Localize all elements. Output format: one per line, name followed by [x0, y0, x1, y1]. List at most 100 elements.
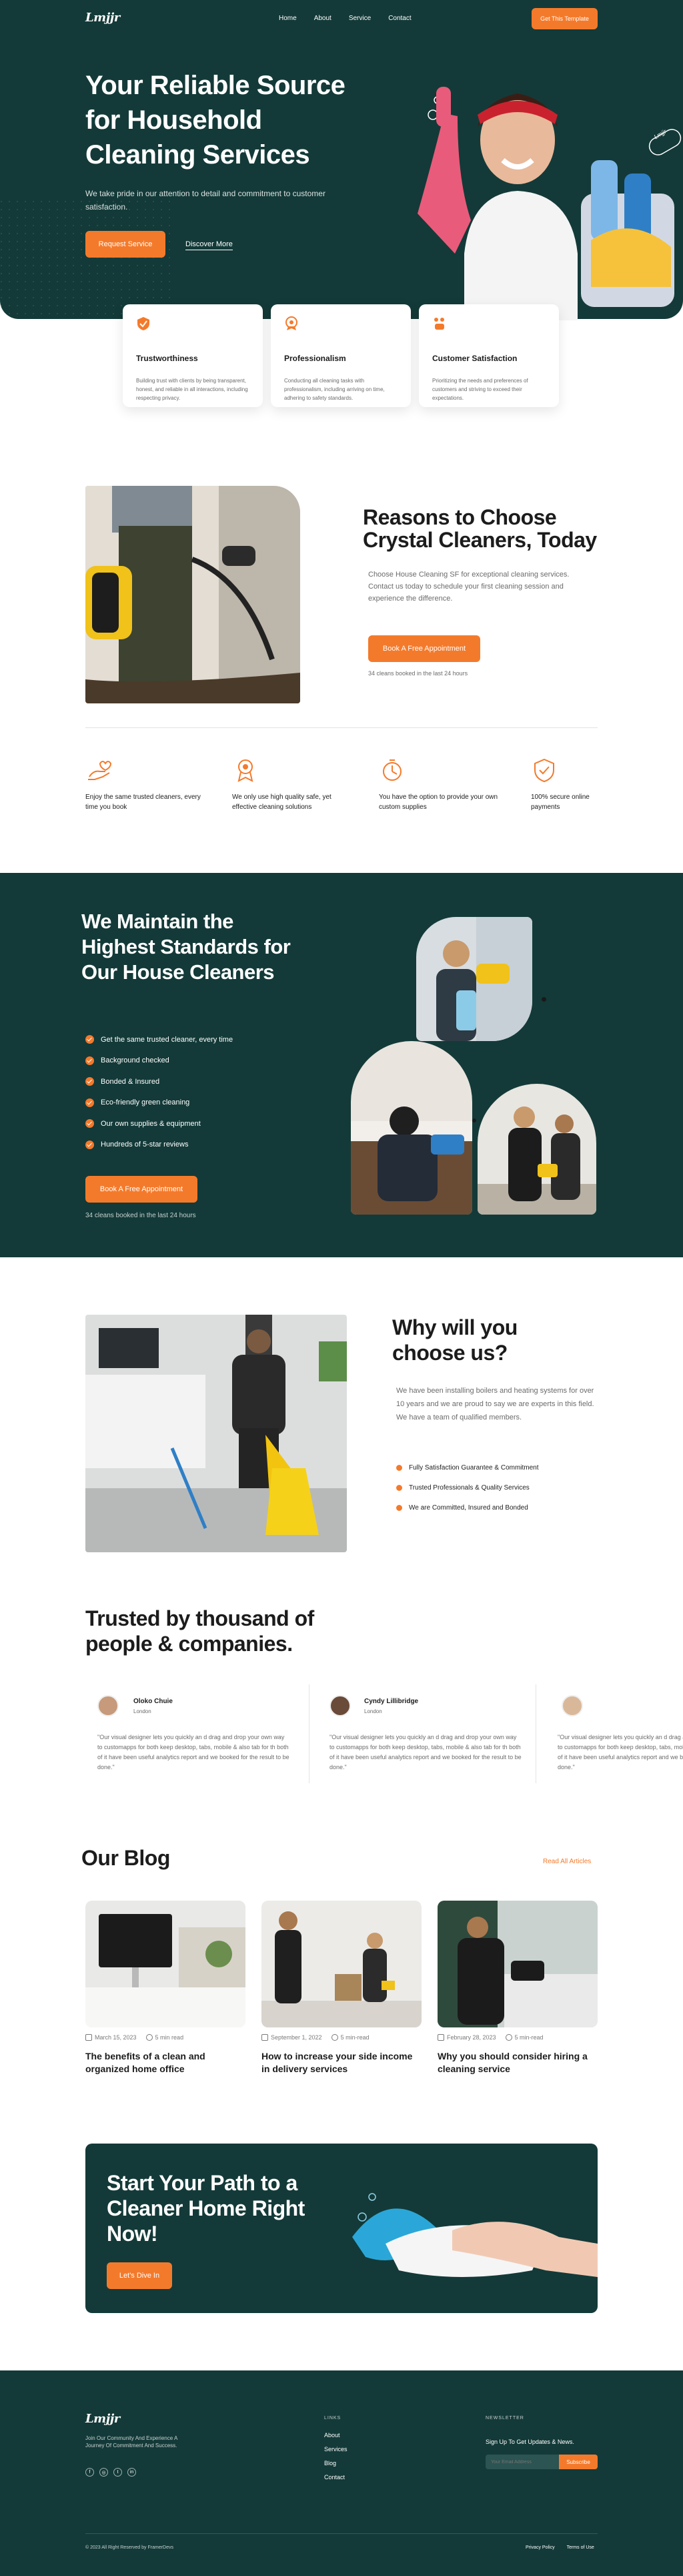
- request-service-button[interactable]: Request Service: [85, 231, 165, 258]
- read-all-link[interactable]: Read All Articles: [543, 1858, 591, 1865]
- book-appointment-button[interactable]: Book A Free Appointment: [368, 635, 480, 662]
- nav-home[interactable]: Home: [279, 15, 297, 22]
- blog-card[interactable]: September 1, 2022 5 min-read How to incr…: [261, 1901, 422, 2075]
- check-icon: [85, 1098, 94, 1107]
- bullet-icon: [396, 1464, 402, 1471]
- footer-link-blog[interactable]: Blog: [324, 2460, 348, 2467]
- why-text: We have been installing boilers and heat…: [396, 1387, 594, 1421]
- testimonials-title: Trusted by thousand of people & companie…: [85, 1606, 314, 1656]
- testimonial-card: Cyndy Lillibridge London "Our visual des…: [317, 1684, 536, 1783]
- feature-text: Conducting all cleaning tasks with profe…: [284, 378, 385, 401]
- footer-link-about[interactable]: About: [324, 2432, 348, 2439]
- why-item-label: Fully Satisfaction Guarantee & Commitmen…: [409, 1464, 539, 1472]
- booking-note: 34 cleans booked in the last 24 hours: [368, 670, 468, 677]
- check-icon: [85, 1119, 94, 1129]
- reason-text: We only use high quality safe, yet effec…: [232, 793, 331, 811]
- copyright: © 2023 All Right Reserved by FramerDevs: [85, 2545, 173, 2550]
- standards-item-label: Our own supplies & equipment: [101, 1119, 201, 1128]
- calendar-icon: [85, 2034, 92, 2041]
- footer-link-services[interactable]: Services: [324, 2446, 348, 2453]
- standards-item-label: Eco-friendly green cleaning: [101, 1098, 190, 1107]
- newsletter-heading: NEWSLETTER: [486, 2416, 524, 2421]
- cleaning-cloth-illustration: [352, 2193, 598, 2277]
- post-read-time: 5 min read: [155, 2034, 184, 2041]
- reason-item: You have the option to provide your own …: [379, 757, 499, 812]
- post-date: September 1, 2022: [271, 2034, 322, 2041]
- hand-heart-icon: [88, 761, 112, 780]
- blog-image: [261, 1901, 422, 2027]
- standards-item: Bonded & Insured: [85, 1071, 233, 1092]
- footer: Lmjjr Join Our Community And Experience …: [0, 2370, 683, 2576]
- privacy-policy-link[interactable]: Privacy Policy: [526, 2545, 555, 2550]
- window-cleaning-photo: [416, 917, 532, 1041]
- discover-more-link[interactable]: Discover More: [185, 240, 233, 250]
- check-icon: [85, 1140, 94, 1149]
- nav-about[interactable]: About: [314, 15, 331, 22]
- footer-tagline: Join Our Community And Experience A Jour…: [85, 2435, 177, 2449]
- legal-links: Privacy Policy Terms of Use: [526, 2545, 594, 2550]
- reason-text: 100% secure online payments: [531, 793, 590, 811]
- cta-title: Start Your Path to a Cleaner Home Right …: [107, 2171, 305, 2246]
- email-field[interactable]: [486, 2455, 559, 2469]
- cta-banner: Start Your Path to a Cleaner Home Right …: [85, 2144, 598, 2313]
- logo[interactable]: Lmjjr: [85, 11, 120, 25]
- standards-item-label: Hundreds of 5-star reviews: [101, 1141, 189, 1149]
- check-icon: [85, 1056, 94, 1065]
- hero-subtitle: We take pride in our attention to detail…: [85, 189, 325, 212]
- blog-title: Our Blog: [81, 1846, 170, 1870]
- award-icon: [237, 759, 253, 782]
- newsletter-text: Sign Up To Get Updates & News.: [486, 2439, 574, 2445]
- dive-in-button[interactable]: Let's Dive In: [107, 2262, 172, 2289]
- nav-service[interactable]: Service: [349, 15, 371, 22]
- why-title: Why will you choose us?: [392, 1315, 518, 1365]
- testimonial-text: "Our visual designer lets you quickly an…: [329, 1734, 522, 1770]
- testimonial-name: Oloko Chuie: [133, 1698, 173, 1705]
- footer-link-contact[interactable]: Contact: [324, 2474, 348, 2481]
- feature-text: Building trust with clients by being tra…: [136, 378, 248, 401]
- twitter-icon[interactable]: t: [113, 2468, 122, 2477]
- testimonial-card: Oloko Chuie London "Our visual designer …: [85, 1684, 309, 1783]
- reason-item: We only use high quality safe, yet effec…: [232, 757, 352, 812]
- book-appointment-button-2[interactable]: Book A Free Appointment: [85, 1176, 197, 1203]
- post-title[interactable]: The benefits of a clean and organized ho…: [85, 2050, 245, 2075]
- standards-item: Get the same trusted cleaner, every time: [85, 1029, 233, 1050]
- clock-icon: [331, 2034, 338, 2041]
- reason-item: 100% secure online payments: [531, 757, 598, 812]
- standards-item: Background checked: [85, 1050, 233, 1072]
- feature-title: Professionalism: [284, 354, 346, 363]
- post-title[interactable]: How to increase your side income in deli…: [261, 2050, 422, 2075]
- avatar: [562, 1695, 583, 1716]
- why-item: Trusted Professionals & Quality Services: [396, 1478, 539, 1498]
- reason-item: Enjoy the same trusted cleaners, every t…: [85, 757, 205, 812]
- nav-contact[interactable]: Contact: [388, 15, 411, 22]
- blog-card[interactable]: March 15, 2023 5 min read The benefits o…: [85, 1901, 245, 2075]
- check-icon: [85, 1077, 94, 1086]
- social-links: f ◎ t in: [85, 2468, 136, 2477]
- testimonial-text: "Our visual designer lets you quickly an…: [97, 1734, 289, 1770]
- why-item: Fully Satisfaction Guarantee & Commitmen…: [396, 1458, 539, 1478]
- avatar: [97, 1695, 119, 1716]
- vacuum-cleaner-photo: [85, 486, 300, 703]
- standards-list: Get the same trusted cleaner, every time…: [85, 1029, 233, 1155]
- booking-note-2: 34 cleans booked in the last 24 hours: [85, 1212, 196, 1219]
- blog-card[interactable]: February 28, 2023 5 min-read Why you sho…: [438, 1901, 598, 2075]
- post-title[interactable]: Why you should consider hiring a cleanin…: [438, 2050, 598, 2075]
- office-cleaning-photo: [85, 1315, 347, 1552]
- testimonial-text: "Our visual designer lets you quickly an…: [558, 1734, 683, 1770]
- instagram-icon[interactable]: ◎: [99, 2468, 108, 2477]
- footer-divider: [85, 2533, 598, 2534]
- facebook-icon[interactable]: f: [85, 2468, 94, 2477]
- blog-image: [438, 1901, 598, 2027]
- terms-link[interactable]: Terms of Use: [567, 2545, 594, 2550]
- feature-card-satisfaction: Customer Satisfaction Prioritizing the n…: [419, 304, 559, 407]
- hero-cleaner-image: Lmjjr: [391, 60, 683, 320]
- linkedin-icon[interactable]: in: [127, 2468, 136, 2477]
- avatar: [329, 1695, 351, 1716]
- clock-icon: [145, 2034, 153, 2041]
- subscribe-button[interactable]: Subscribe: [559, 2455, 598, 2469]
- footer-logo[interactable]: Lmjjr: [85, 2412, 120, 2426]
- accent-dot: [472, 1118, 476, 1122]
- reason-text: Enjoy the same trusted cleaners, every t…: [85, 793, 201, 811]
- team-cleaning-photo: [478, 1084, 596, 1215]
- get-template-button[interactable]: Get This Template: [532, 8, 598, 29]
